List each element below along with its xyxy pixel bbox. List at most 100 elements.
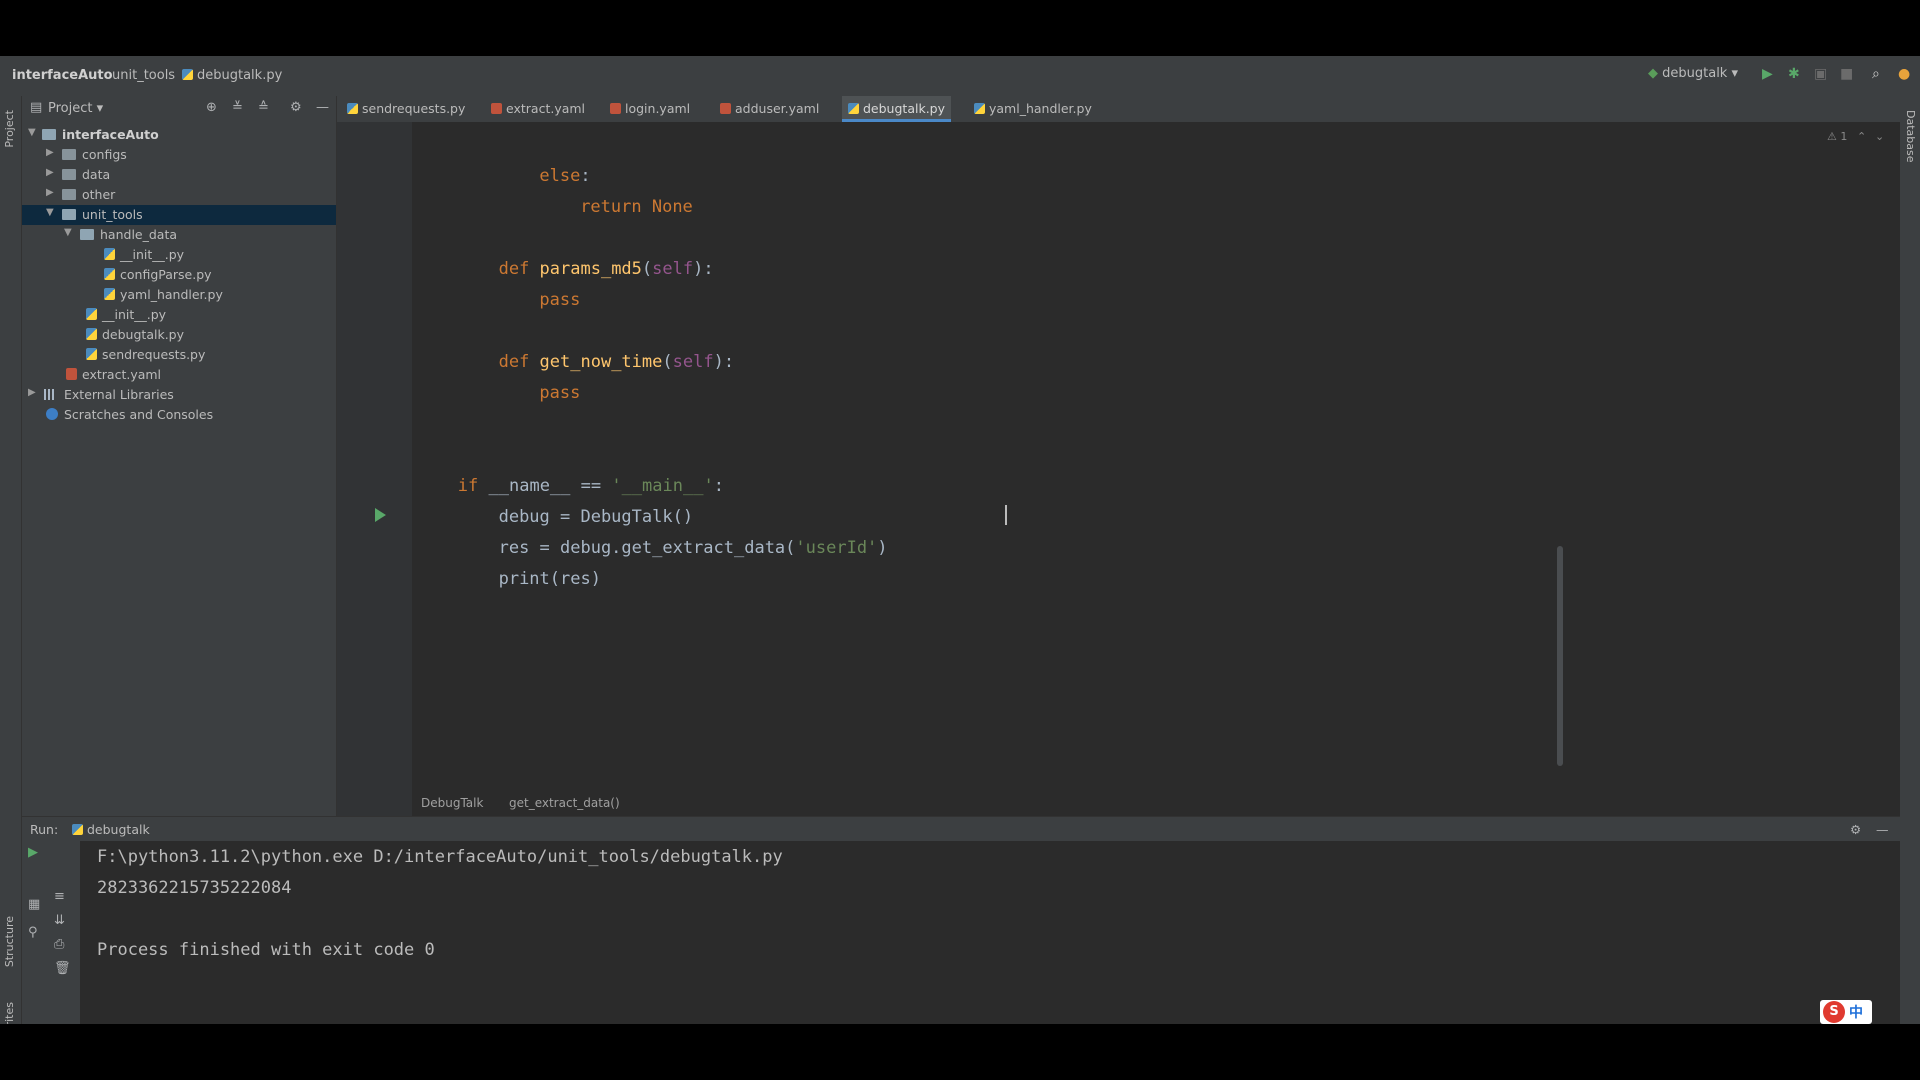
gear-icon[interactable]: ⚙ bbox=[1850, 822, 1861, 837]
breadcrumb-method[interactable]: get_extract_data() bbox=[509, 796, 620, 810]
tree-item-debugtalk[interactable]: debugtalk.py bbox=[22, 325, 336, 345]
console-output[interactable]: F:\python3.11.2\python.exe D:/interfaceA… bbox=[97, 841, 1887, 1024]
run-config-tab[interactable]: debugtalk bbox=[72, 822, 150, 837]
right-tool-strip: Database bbox=[1900, 96, 1920, 1024]
tree-item-root[interactable]: ▼ interfaceAuto bbox=[22, 125, 336, 145]
scratches-icon bbox=[46, 408, 58, 420]
collapse-all-icon[interactable]: ≙ bbox=[258, 100, 269, 115]
layout-icon[interactable]: ▦ bbox=[28, 897, 40, 912]
tree-item-unit-tools-init[interactable]: __init__.py bbox=[22, 305, 336, 325]
debug-icon[interactable]: ✱ bbox=[1788, 66, 1800, 82]
code-token: 'userId' bbox=[795, 538, 878, 558]
scrollbar-thumb[interactable] bbox=[1557, 546, 1563, 766]
sogou-icon: S bbox=[1823, 1001, 1845, 1023]
breadcrumb-file[interactable]: debugtalk.py bbox=[182, 68, 282, 83]
project-panel-header: ▤ Project ▾ ⊕ ≚ ≙ ⚙ — bbox=[22, 96, 336, 122]
run-panel: Run: debugtalk ⚙ — ▶ ▦ ⚲ ≡ ⇊ ⎙ 🗑 F:\pyth… bbox=[22, 816, 1900, 1024]
tree-item-sendrequests[interactable]: sendrequests.py bbox=[22, 345, 336, 365]
gear-icon[interactable]: ⚙ bbox=[290, 100, 302, 115]
code-token: : bbox=[713, 476, 724, 496]
code-area[interactable]: else: return None def params_md5(self): pas… bbox=[413, 122, 1883, 816]
tree-item-extract-yaml[interactable]: extract.yaml bbox=[22, 365, 336, 385]
tab-debugtalk[interactable]: debugtalk.py bbox=[842, 96, 951, 122]
code-breadcrumb: DebugTalk get_extract_data() bbox=[337, 792, 1892, 816]
pin-icon[interactable]: ⚲ bbox=[28, 925, 38, 940]
python-file-icon bbox=[974, 103, 985, 114]
inspection-indicator[interactable]: ⚠ 1 bbox=[1827, 130, 1847, 143]
tree-item-handle-data[interactable]: ▼ handle_data bbox=[22, 225, 336, 245]
tree-item-configs[interactable]: ▶ configs bbox=[22, 145, 336, 165]
hide-icon[interactable]: — bbox=[316, 100, 329, 115]
soft-wrap-icon[interactable]: ≡ bbox=[54, 889, 65, 904]
rerun-icon[interactable]: ▶ bbox=[28, 845, 38, 860]
run-config-selector[interactable]: ◆ debugtalk ▾ bbox=[1648, 66, 1738, 81]
console-line: F:\python3.11.2\python.exe D:/interfaceA… bbox=[97, 847, 783, 867]
coverage-icon[interactable]: ▣ bbox=[1814, 66, 1827, 82]
tree-item-unit-tools[interactable]: ▼ unit_tools bbox=[22, 205, 336, 225]
tab-login-yaml[interactable]: login.yaml bbox=[610, 96, 690, 122]
tree-item-yaml-handler[interactable]: yaml_handler.py bbox=[22, 285, 336, 305]
breadcrumb-folder[interactable]: unit_tools bbox=[112, 68, 175, 83]
editor-scrollbar[interactable] bbox=[1555, 122, 1565, 816]
stop-icon[interactable]: ■ bbox=[1840, 66, 1853, 82]
tree-item-configparse[interactable]: configParse.py bbox=[22, 265, 336, 285]
tab-extract-yaml[interactable]: extract.yaml bbox=[491, 96, 585, 122]
project-view-icon: ▤ bbox=[30, 100, 43, 115]
ime-indicator[interactable]: S 中 bbox=[1820, 1000, 1872, 1024]
code-token: ) bbox=[877, 538, 888, 558]
python-file-icon bbox=[848, 103, 859, 114]
hide-panel-icon[interactable]: — bbox=[1876, 822, 1889, 837]
project-tool-tab[interactable]: Project bbox=[3, 110, 16, 148]
breadcrumb-project[interactable]: interfaceAuto bbox=[12, 68, 113, 83]
print-icon[interactable]: ⎙ bbox=[54, 937, 64, 952]
tree-item-scratches[interactable]: Scratches and Consoles bbox=[22, 405, 336, 425]
yaml-file-icon bbox=[491, 103, 502, 114]
tab-sendrequests[interactable]: sendrequests.py bbox=[347, 96, 465, 122]
run-icon[interactable]: ▶ bbox=[1762, 66, 1773, 82]
breadcrumb-class[interactable]: DebugTalk bbox=[421, 796, 483, 810]
tree-item-external-libraries[interactable]: ▶ External Libraries bbox=[22, 385, 336, 405]
locate-icon[interactable]: ⊕ bbox=[206, 100, 217, 115]
folder-icon bbox=[62, 169, 76, 180]
yaml-file-icon bbox=[610, 103, 621, 114]
chevron-up-icon[interactable]: ⌃ bbox=[1857, 130, 1866, 143]
code-editor[interactable]: else: return None def params_md5(self): pas… bbox=[337, 122, 1892, 816]
chevron-down-icon[interactable]: ⌄ bbox=[1875, 130, 1884, 143]
structure-tool-tab[interactable]: Structure bbox=[3, 916, 16, 967]
scroll-to-end-icon[interactable]: ⇊ bbox=[54, 913, 65, 928]
code-token: params_md5 bbox=[539, 259, 642, 279]
tree-item-handle-data-init[interactable]: __init__.py bbox=[22, 245, 336, 265]
navigation-bar: interfaceAuto unit_tools debugtalk.py ◆ … bbox=[0, 56, 1920, 97]
code-line: if __name__ == '__main__': bbox=[458, 476, 724, 496]
code-token: self bbox=[672, 352, 714, 372]
database-tool-tab[interactable]: Database bbox=[1904, 110, 1917, 163]
code-token: res = debug.get_extract_data( bbox=[498, 538, 796, 558]
yaml-file-icon bbox=[66, 368, 77, 380]
favorites-tool-tab[interactable]: Favorites bbox=[3, 1002, 16, 1024]
tab-yaml-handler[interactable]: yaml_handler.py bbox=[974, 96, 1092, 122]
code-token: if bbox=[457, 476, 489, 496]
chevron-right-icon: ▶ bbox=[46, 187, 54, 198]
expand-all-icon[interactable]: ≚ bbox=[232, 100, 243, 115]
chevron-down-icon: ▾ bbox=[1731, 66, 1739, 81]
python-file-icon bbox=[104, 248, 115, 260]
editor-tab-bar: sendrequests.py extract.yaml login.yaml … bbox=[337, 96, 1920, 122]
folder-icon bbox=[62, 189, 76, 200]
updates-icon[interactable]: ● bbox=[1898, 66, 1910, 82]
python-config-icon: ◆ bbox=[1648, 66, 1658, 81]
tab-adduser-yaml[interactable]: adduser.yaml bbox=[720, 96, 819, 122]
run-gutter-icon[interactable] bbox=[375, 508, 386, 522]
console-line: Process finished with exit code 0 bbox=[97, 940, 435, 960]
code-token: pass bbox=[539, 290, 581, 310]
code-token: '__main__' bbox=[611, 476, 714, 496]
code-line: print(res) bbox=[499, 569, 601, 589]
code-token: : bbox=[580, 166, 591, 186]
search-icon[interactable]: ⌕ bbox=[1872, 66, 1880, 82]
trash-icon[interactable]: 🗑 bbox=[54, 961, 71, 976]
run-label: Run: bbox=[30, 822, 59, 837]
tree-item-other[interactable]: ▶ other bbox=[22, 185, 336, 205]
tree-item-data[interactable]: ▶ data bbox=[22, 165, 336, 185]
ime-mode: 中 bbox=[1849, 1005, 1863, 1021]
project-view-selector[interactable]: Project ▾ bbox=[48, 101, 103, 116]
code-token: pass bbox=[539, 383, 581, 403]
